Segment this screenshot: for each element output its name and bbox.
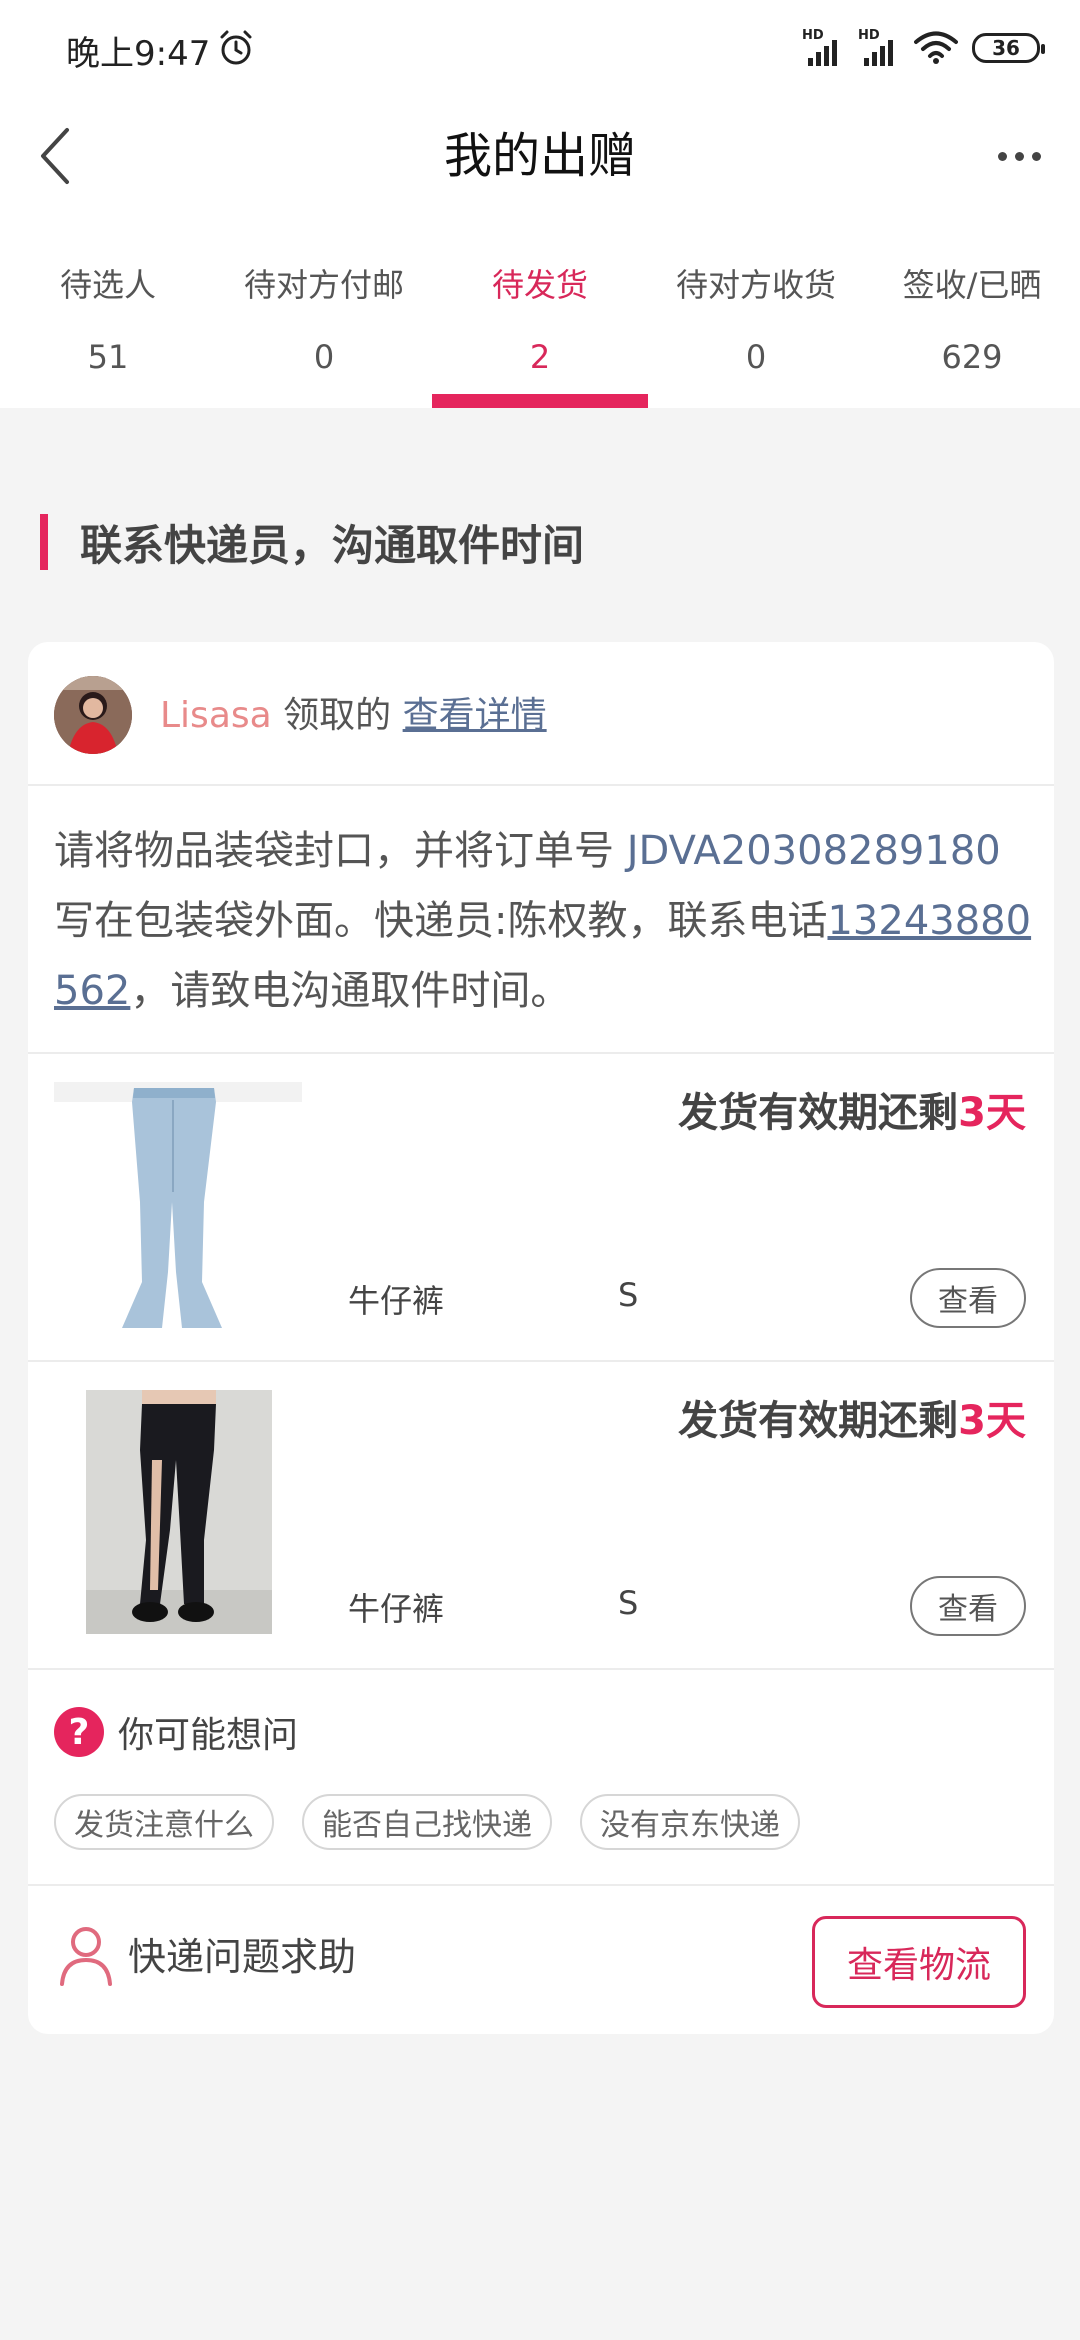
claim-text: Lisasa 领取的 查看详情 [160,686,547,746]
item-size: S [618,1584,639,1622]
tab-pending-shipment[interactable]: 待发货 2 [432,216,648,408]
view-item-button[interactable]: 查看 [910,1268,1026,1328]
item-name: 牛仔裤 [348,1590,445,1628]
faq-section: ? 你可能想问 发货注意什么 能否自己找快递 没有京东快递 [28,1668,1054,1884]
item-thumbnail-light-jeans[interactable] [54,1082,302,1330]
status-icons: HD HD 36 [802,26,1045,70]
more-button[interactable] [984,126,1054,186]
tab-count: 51 [87,338,129,376]
item-row: 发货有效期还剩3天 牛仔裤 S 查看 [28,1052,1054,1360]
item-row: 发货有效期还剩3天 牛仔裤 S 查看 [28,1360,1054,1668]
item-thumbnail-black-jeans[interactable] [54,1390,302,1638]
more-dots-icon [997,151,1007,161]
faq-header: ? 你可能想问 [54,1706,298,1758]
shipment-card: Lisasa 领取的 查看详情 请将物品装袋封口，并将订单号 JDVA20308… [28,642,1054,2034]
tab-count: 629 [941,338,1003,376]
battery-icon: 36 [972,33,1045,63]
section-heading: 联系快递员，沟通取件时间 [40,514,584,570]
wifi-icon [914,31,958,64]
signal-icon: HD [858,28,900,66]
tab-count: 0 [745,338,767,376]
faq-chip-own-courier[interactable]: 能否自己找快递 [302,1794,552,1850]
tab-count: 2 [529,338,551,376]
tab-label: 待发货 [491,266,588,304]
order-number: JDVA20308289180 [626,828,1001,874]
page-title: 我的出赠 [443,128,636,184]
faq-chips: 发货注意什么 能否自己找快递 没有京东快递 [54,1794,800,1850]
question-mark-icon: ? [54,1707,104,1757]
courier-help-label[interactable]: 快递问题求助 [128,1926,356,1981]
nav-bar: 我的出赠 [0,96,1080,216]
item-size: S [618,1276,639,1314]
view-logistics-button[interactable]: 查看物流 [812,1916,1026,2008]
instruction-text: ，请致电沟通取件时间。 [130,968,571,1014]
section-title: 联系快递员，沟通取件时间 [80,520,585,570]
shipping-deadline: 发货有效期还剩3天 [678,1398,1026,1444]
view-details-link[interactable]: 查看详情 [403,695,547,736]
faq-chip-no-jd-express[interactable]: 没有京东快递 [580,1794,800,1850]
status-bar: 晚上9:47 HD HD 36 [0,0,1080,96]
avatar[interactable] [54,676,132,754]
tab-pending-select[interactable]: 待选人 51 [0,216,216,408]
shipping-deadline: 发货有效期还剩3天 [678,1090,1026,1136]
claim-row: Lisasa 领取的 查看详情 [28,642,1054,786]
packing-instruction: 请将物品装袋封口，并将订单号 JDVA20308289180 写在包装袋外面。快… [54,816,1044,1026]
status-tabs: 待选人 51 待对方付邮 0 待发货 2 待对方收货 0 签收/已晒 629 [0,216,1080,408]
person-icon [60,1927,112,1986]
claim-label: 领取的 [283,695,392,736]
tab-label: 待对方收货 [675,266,836,304]
tab-label: 待选人 [59,266,156,304]
instruction-text: 写在包装袋外面。快递员:陈权教，联系电话 [54,898,828,944]
active-tab-indicator [432,394,648,408]
status-time: 晚上9:47 [66,34,211,74]
tab-pending-receipt[interactable]: 待对方收货 0 [648,216,864,408]
signal-icon: HD [802,28,844,66]
alarm-clock-icon [220,30,252,65]
tab-label: 签收/已晒 [902,266,1042,304]
view-item-button[interactable]: 查看 [910,1576,1026,1636]
courier-help-row: 快递问题求助 查看物流 [28,1884,1054,2034]
tab-received[interactable]: 签收/已晒 629 [864,216,1080,408]
faq-title: 你可能想问 [118,1715,299,1756]
tab-label: 待对方付邮 [243,266,404,304]
tab-count: 0 [313,338,335,376]
item-name: 牛仔裤 [348,1282,445,1320]
claimer-name[interactable]: Lisasa [160,695,272,736]
faq-chip-shipping-notes[interactable]: 发货注意什么 [54,1794,274,1850]
instruction-text: 请将物品装袋封口，并将订单号 [54,828,627,874]
section-accent-bar [40,514,48,570]
tab-pending-postage[interactable]: 待对方付邮 0 [216,216,432,408]
